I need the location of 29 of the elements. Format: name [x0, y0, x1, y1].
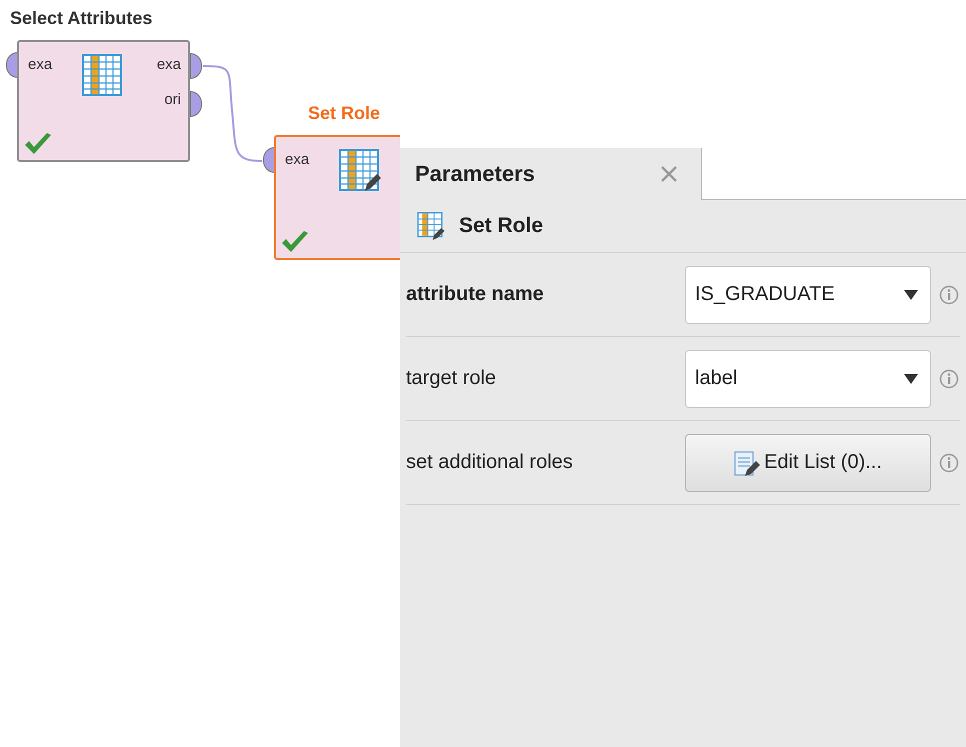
- caret-icon: [904, 290, 918, 300]
- info-icon[interactable]: [939, 452, 959, 472]
- table-icon: [339, 149, 381, 193]
- operator-node[interactable]: exa exa ori: [17, 40, 190, 162]
- parameter-label: target role: [406, 367, 498, 390]
- output-port[interactable]: [190, 91, 202, 117]
- port-label: exa: [285, 151, 310, 168]
- input-port[interactable]: [6, 52, 18, 78]
- table-icon: [82, 54, 124, 98]
- notepad-icon: [734, 448, 760, 476]
- caret-icon: [904, 374, 918, 384]
- port-label: exa: [156, 56, 181, 73]
- dropdown[interactable]: label: [685, 350, 931, 408]
- edit-list-button[interactable]: Edit List (0)...: [685, 434, 931, 492]
- port-label: exa: [28, 56, 52, 73]
- info-icon[interactable]: [939, 284, 959, 304]
- info-icon[interactable]: [939, 368, 959, 388]
- operator-name: Set Role: [459, 214, 544, 238]
- operator-title: Select Attributes: [10, 8, 152, 29]
- parameter-label: set additional roles: [406, 451, 574, 474]
- table-edit-icon: [417, 212, 447, 240]
- output-port[interactable]: [190, 53, 202, 79]
- dropdown[interactable]: IS_GRADUATE: [685, 266, 931, 324]
- close-icon[interactable]: [659, 164, 679, 184]
- operator-title: Set Role: [308, 103, 380, 124]
- input-port[interactable]: [263, 147, 275, 173]
- operator-node[interactable]: exa: [274, 135, 400, 260]
- parameter-label: attribute name: [406, 283, 545, 306]
- port-label: ori: [164, 91, 181, 108]
